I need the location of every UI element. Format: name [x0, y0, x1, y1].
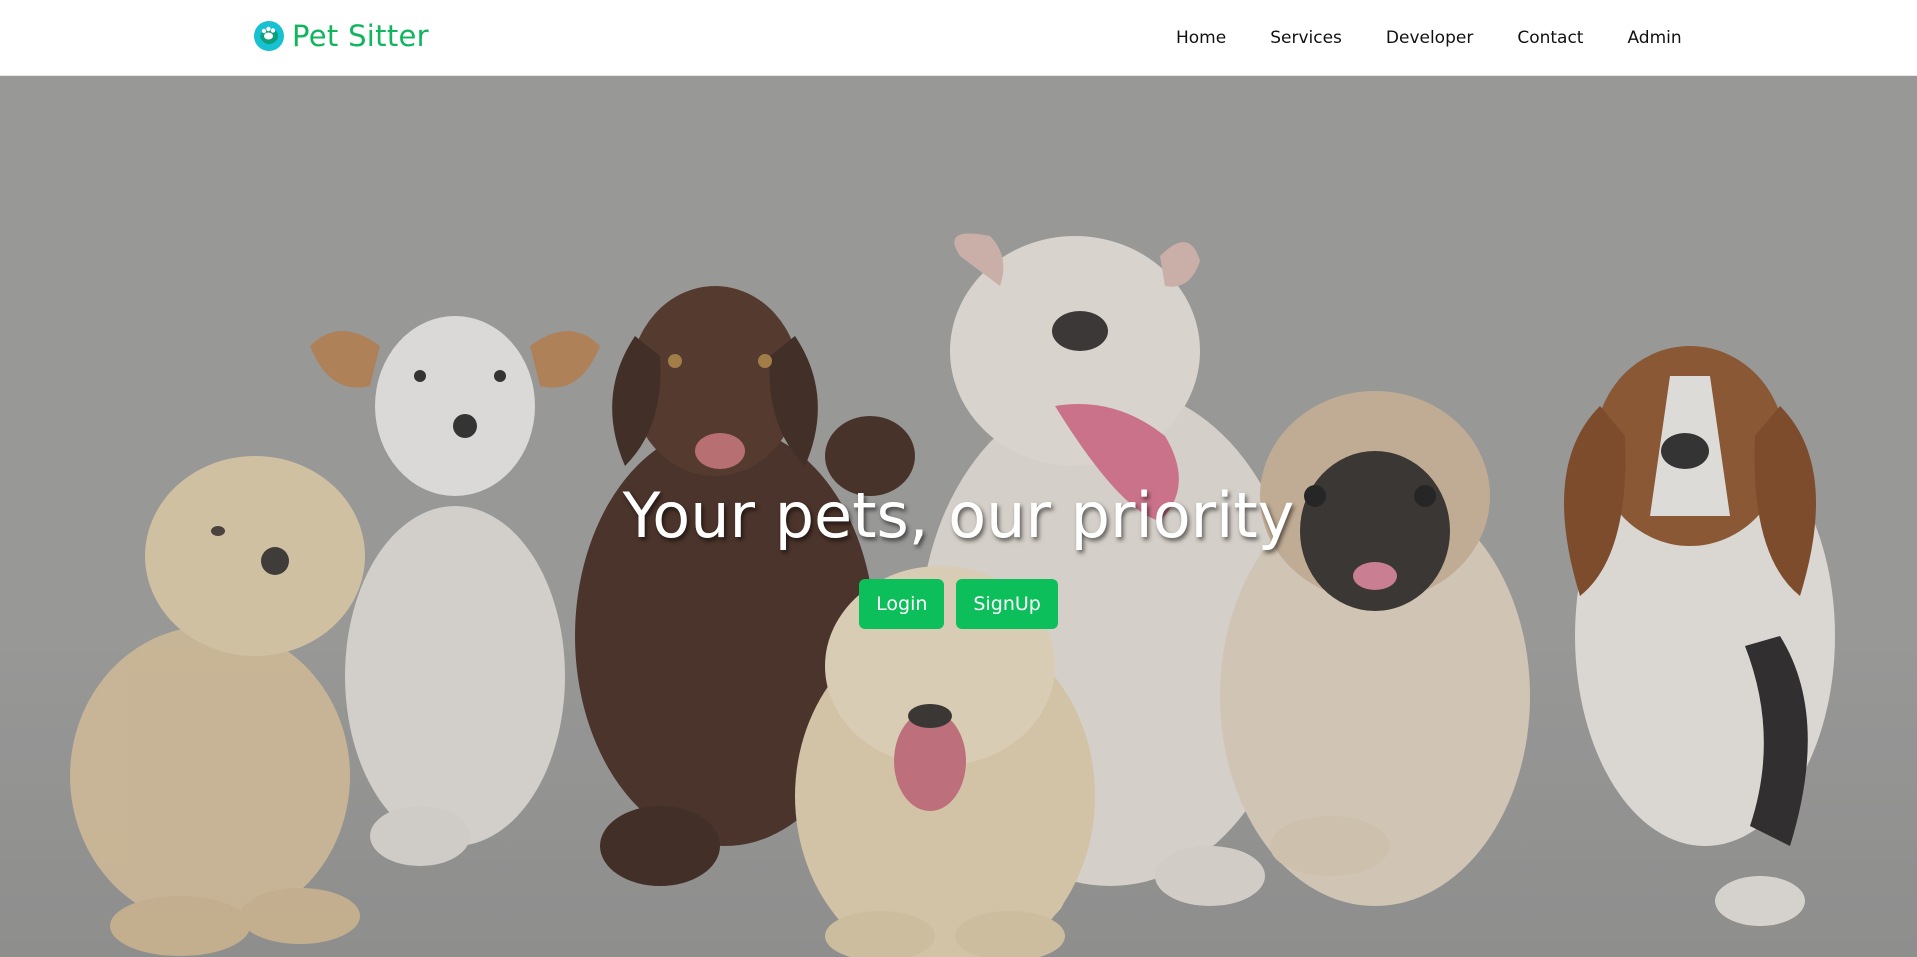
- hero-section: Your pets, our priority: [0, 76, 1917, 957]
- signup-button[interactable]: SignUp: [956, 579, 1058, 629]
- login-button[interactable]: Login: [859, 579, 945, 629]
- hero-title: Your pets, our priority: [622, 479, 1295, 552]
- navbar: Pet Sitter Home Services Developer Conta…: [0, 0, 1917, 76]
- main-nav: Home Services Developer Contact Admin: [1154, 24, 1704, 52]
- hero-buttons: Login SignUp: [0, 579, 1917, 629]
- brand-name: Pet Sitter: [292, 19, 429, 53]
- paw-heart-icon: [254, 21, 284, 51]
- nav-contact[interactable]: Contact: [1495, 24, 1605, 52]
- nav-services[interactable]: Services: [1248, 24, 1364, 52]
- hero-content: Your pets, our priority: [0, 476, 1917, 556]
- nav-home[interactable]: Home: [1154, 24, 1248, 52]
- nav-developer[interactable]: Developer: [1364, 24, 1495, 52]
- nav-admin[interactable]: Admin: [1605, 24, 1703, 52]
- brand-logo-link[interactable]: Pet Sitter: [252, 16, 429, 56]
